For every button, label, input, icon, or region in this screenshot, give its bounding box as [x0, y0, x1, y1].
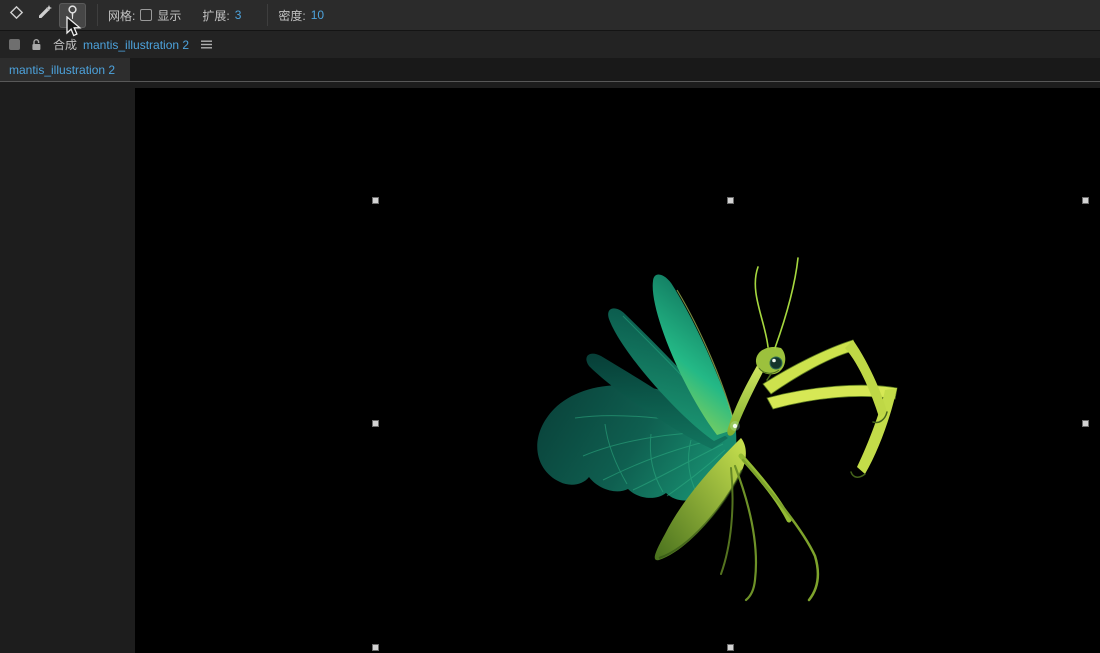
selection-handle[interactable]: [1082, 197, 1089, 204]
selection-handle[interactable]: [727, 197, 734, 204]
puppet-pin-tool-button[interactable]: [59, 2, 86, 28]
mesh-show-label: 显示: [157, 8, 182, 23]
composition-viewport[interactable]: [135, 88, 1100, 653]
app-window: 网格: 显示 扩展: 3 密度: 10 合成 mantis_illustrati…: [0, 0, 1100, 653]
composition-mini-bar: 合成 mantis_illustration 2: [0, 31, 1100, 58]
density-option-group: 密度: 10: [278, 7, 324, 24]
selection-handle[interactable]: [372, 197, 379, 204]
density-label: 密度:: [278, 8, 306, 23]
lock-icon[interactable]: [31, 38, 42, 51]
viewer-tab-label: mantis_illustration 2: [9, 62, 116, 77]
selection-handle[interactable]: [372, 420, 379, 427]
diamond-tool-icon: [8, 4, 25, 26]
tool-options-bar: 网格: 显示 扩展: 3 密度: 10: [0, 0, 1100, 31]
mesh-show-checkbox[interactable]: [140, 9, 153, 21]
mesh-option-group: 网格: 显示: [108, 7, 186, 24]
wing-joint-highlight: [730, 421, 740, 431]
separator: [267, 4, 269, 26]
main-area: [0, 82, 1100, 653]
puppet-sketch-pen-icon: [36, 4, 53, 26]
comp-thumbnail-icon[interactable]: [9, 39, 20, 50]
mantis-illustration[interactable]: [135, 88, 1100, 653]
panel-menu-icon[interactable]: [200, 39, 213, 50]
diamond-tool-button[interactable]: [3, 3, 30, 28]
density-value[interactable]: 10: [311, 8, 324, 22]
comp-name-link[interactable]: mantis_illustration 2: [83, 38, 189, 52]
puppet-sketch-tool-button[interactable]: [31, 3, 58, 28]
viewer-tab-row: mantis_illustration 2: [0, 58, 1100, 82]
selection-handle[interactable]: [1082, 420, 1089, 427]
selection-handle[interactable]: [727, 644, 734, 651]
mesh-label: 网格:: [108, 8, 136, 23]
expansion-label: 扩展:: [202, 8, 230, 23]
left-panel: [0, 82, 135, 653]
selection-handle[interactable]: [372, 644, 379, 651]
separator: [97, 4, 98, 26]
puppet-pin-icon: [64, 4, 81, 26]
viewer-tab[interactable]: mantis_illustration 2: [0, 58, 130, 81]
expansion-option-group: 扩展: 3: [202, 7, 241, 24]
comp-type-label: 合成: [53, 38, 78, 52]
expansion-value[interactable]: 3: [235, 8, 242, 22]
mantis-antennae: [754, 257, 799, 349]
